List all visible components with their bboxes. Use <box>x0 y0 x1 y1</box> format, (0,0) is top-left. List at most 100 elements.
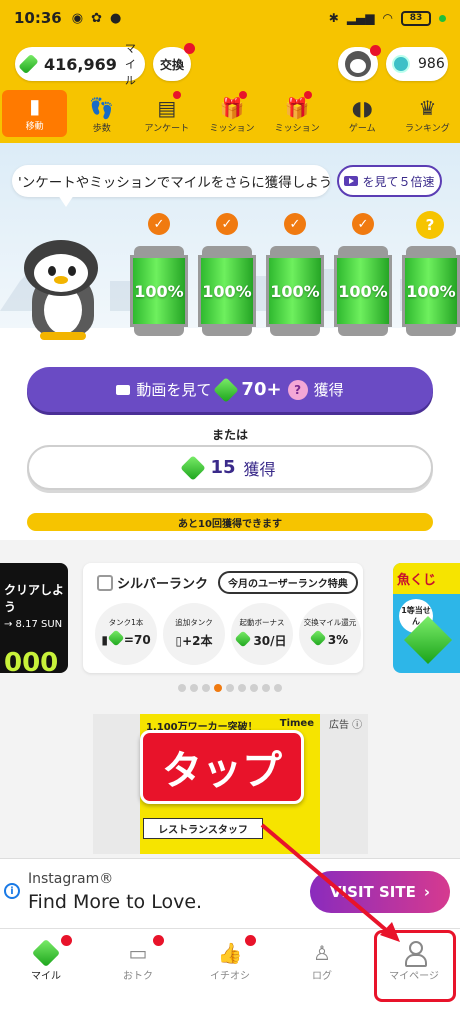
carousel-dot[interactable] <box>262 684 270 692</box>
video-icon <box>116 384 131 395</box>
check-icon: ✓ <box>352 213 374 235</box>
camera-dot-icon <box>439 14 446 22</box>
carousel-dot[interactable] <box>178 684 186 692</box>
check-icon: ✓ <box>148 213 170 235</box>
tab-mission-b[interactable]: 🎁 ミッション <box>265 88 330 143</box>
rank-title: シルバーランク <box>97 573 208 592</box>
energy-tank[interactable]: 100% <box>402 246 460 336</box>
exchange-button[interactable]: 交換 <box>153 43 195 81</box>
tank-card: 'ンケートやミッションでマイルをさらに獲得しよう を見て５倍速 ✓ 100% ✓… <box>0 143 460 540</box>
tab-mission-a[interactable]: 🎁 ミッション <box>199 88 264 143</box>
tab-label: アンケート <box>144 124 190 134</box>
status-notification-icons: ◉ ✿ ● <box>72 11 122 26</box>
survey-icon: ▤ <box>157 96 177 120</box>
coin-value: 986 <box>418 56 445 72</box>
notification-dot <box>173 91 182 99</box>
tab-label: ミッション <box>209 124 255 134</box>
nav-log[interactable]: ♙ ログ <box>276 929 368 1024</box>
penguin-avatar-icon <box>345 51 371 77</box>
nav-miles[interactable]: マイル <box>0 929 92 1024</box>
gem-icon <box>31 938 61 968</box>
miles-unit: マイル <box>124 42 136 87</box>
promo-banner-right[interactable]: 魚くじ 1等当せん <box>393 563 460 673</box>
carousel-dot[interactable] <box>274 684 282 692</box>
tab-steps[interactable]: 👣 歩数 <box>69 88 134 143</box>
visit-site-label: VISIT SITE <box>329 883 416 901</box>
tank-percent: 100% <box>266 255 324 327</box>
watch-video-earn-button[interactable]: 動画を見て 70+ ? 獲得 <box>27 367 433 412</box>
visit-site-button[interactable]: VISIT SITE › <box>310 871 450 913</box>
carousel-dot-active[interactable] <box>214 684 222 692</box>
nav-deals[interactable]: ▭ おトク <box>92 929 184 1024</box>
energy-tank[interactable]: 100% <box>198 246 256 336</box>
tab-label: 移動 <box>25 122 44 132</box>
coin-balance[interactable]: 986 <box>386 47 448 81</box>
carousel-dot[interactable] <box>202 684 210 692</box>
ad-source: Instagram® <box>28 871 114 887</box>
carousel-dot[interactable] <box>250 684 258 692</box>
tank-percent: 100% <box>402 255 460 327</box>
profile-avatar-button[interactable] <box>338 45 381 81</box>
remaining-count-bar: あと10回獲得できます <box>27 513 433 531</box>
status-bar: 10:36 ◉ ✿ ● ✱ ▂▄▆ ◠ 83 <box>0 0 460 36</box>
carousel-dot[interactable] <box>190 684 198 692</box>
ad-title: Find More to Love. <box>28 891 203 913</box>
ticket-icon: ▭ <box>128 941 148 965</box>
watch-video-speedup-button[interactable]: を見て５倍速 <box>337 165 442 197</box>
notification-icon: ✿ <box>91 10 102 26</box>
tab-ranking[interactable]: ♛ ランキング <box>395 88 460 143</box>
promo-carousel[interactable]: クリアしよう → 8.17 SUN 000 シルバーランク 今月のユーザーランク… <box>0 563 460 678</box>
miles-balance[interactable]: 416,969 マイル <box>15 42 145 87</box>
carousel-dots <box>0 684 460 692</box>
gift-a-icon: 🎁 <box>219 96 245 120</box>
cta-amount: 70+ <box>241 379 282 400</box>
exchange-label: 交換 <box>159 57 184 72</box>
promo-left-date: → 8.17 SUN <box>4 619 63 630</box>
energy-tank[interactable]: 100% <box>130 246 188 336</box>
ad-label[interactable]: 広告 ⓘ <box>329 716 362 731</box>
carousel-dot[interactable] <box>238 684 246 692</box>
nav-label: イチオシ <box>210 971 250 982</box>
thumbs-up-icon: 👍 <box>217 941 243 965</box>
notification-dot <box>184 43 195 54</box>
tab-survey[interactable]: ▤ アンケート <box>134 88 199 143</box>
notification-dot <box>303 91 312 99</box>
battery-icon: ▮ <box>29 94 41 118</box>
status-right: ✱ ▂▄▆ ◠ 83 <box>329 10 446 26</box>
perk-value: ▯+2本 <box>175 634 213 648</box>
perk-label: タンク1本 <box>108 618 144 627</box>
gift-b-icon: 🎁 <box>284 96 310 120</box>
notification-dot <box>153 935 164 946</box>
tab-game[interactable]: ◖◗ ゲーム <box>330 88 395 143</box>
info-icon[interactable]: i <box>4 883 20 899</box>
carousel-dot[interactable] <box>226 684 234 692</box>
mystery-bonus-icon: ? <box>287 379 308 400</box>
perk-item: 追加タンク ▯+2本 <box>163 603 225 665</box>
question-mark-icon: ? <box>416 211 444 239</box>
perk-item: 交換マイル還元 3% <box>299 603 361 665</box>
rank-benefits-card[interactable]: シルバーランク 今月のユーザーランク特典 タンク1本 ▮ =70 追加タンク ▯+… <box>83 563 363 673</box>
promo-left-big: 000 <box>4 648 59 678</box>
energy-tank[interactable]: 100% <box>266 246 324 336</box>
tab-label: ランキング <box>405 124 450 134</box>
nav-label: マイル <box>31 971 61 982</box>
tank-percent: 100% <box>334 255 392 327</box>
highlight-box <box>374 930 456 1002</box>
rank-title-label: シルバーランク <box>117 577 209 592</box>
chevron-right-icon: › <box>423 883 431 901</box>
check-icon: ✓ <box>216 213 238 235</box>
earn-button[interactable]: 15 獲得 <box>27 445 433 490</box>
instagram-ad-banner[interactable]: i Instagram® Find More to Love. VISIT SI… <box>0 858 460 928</box>
status-time: 10:36 <box>14 9 62 27</box>
energy-tank[interactable]: 100% <box>334 246 392 336</box>
tab-move[interactable]: ▮ 移動 <box>2 90 68 137</box>
video-icon <box>344 176 359 186</box>
nav-recommended[interactable]: 👍 イチオシ <box>184 929 276 1024</box>
gem-icon <box>213 376 240 403</box>
notification-dot <box>238 91 247 99</box>
promo-banner-left[interactable]: クリアしよう → 8.17 SUN 000 <box>0 563 68 678</box>
notification-icon: ◉ <box>71 10 84 26</box>
nav-label: おトク <box>123 971 153 982</box>
perk-label: 交換マイル還元 <box>303 618 357 627</box>
gem-icon <box>180 454 207 481</box>
